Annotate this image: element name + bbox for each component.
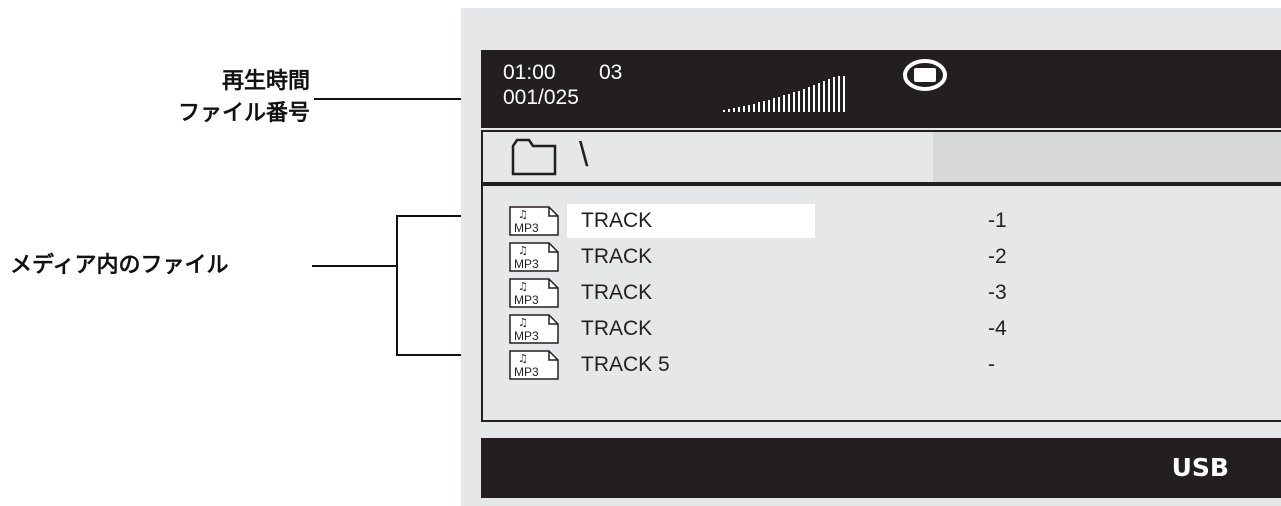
file-counter: 001/025 [503, 86, 579, 109]
file-name: TRACK [581, 245, 653, 268]
file-number: -2 [988, 245, 1007, 268]
list-item[interactable]: ♫ MP3 TRACK -1 [483, 204, 1281, 238]
folder-icon [511, 138, 557, 176]
mp3-file-icon: ♫ MP3 [509, 242, 559, 272]
file-name: TRACK 5 [581, 353, 670, 376]
current-path: \ [579, 136, 589, 174]
source-label: USB [1171, 453, 1229, 482]
svg-text:♫: ♫ [518, 280, 528, 293]
list-item[interactable]: ♫ MP3 TRACK -3 [483, 276, 1281, 310]
media-files-callout-label: メディア内のファイル [10, 253, 229, 278]
svg-text:♫: ♫ [518, 208, 528, 221]
mp3-file-icon: ♫ MP3 [509, 314, 559, 344]
file-number: - [988, 353, 995, 376]
svg-text:♫: ♫ [518, 352, 528, 365]
mp3-file-icon: ♫ MP3 [509, 206, 559, 236]
path-bar-empty-area [933, 132, 1281, 182]
svg-text:MP3: MP3 [514, 365, 539, 379]
media-callout-bracket [396, 215, 398, 356]
list-item[interactable]: ♫ MP3 TRACK 5 - [483, 348, 1281, 382]
volume-bars-icon [723, 76, 845, 112]
media-callout-line [312, 265, 398, 267]
svg-text:MP3: MP3 [514, 257, 539, 271]
media-files-callout: メディア内のファイル [10, 252, 290, 280]
status-callout-line [314, 98, 485, 100]
file-number-callout: ファイル番号 [100, 100, 310, 128]
file-number: -1 [988, 209, 1007, 232]
disc-mode-icon [903, 59, 947, 91]
file-number: -3 [988, 281, 1007, 304]
elapsed-time-callout-label: 再生時間 [221, 69, 310, 94]
svg-text:♫: ♫ [518, 316, 528, 329]
track-number: 03 [599, 61, 623, 84]
elapsed-time-callout: 再生時間 [160, 68, 310, 96]
player-screen: 01:00 03 001/025 \ ♫ MP3 TRACK -1 ♫ MP3 … [461, 8, 1281, 506]
list-item[interactable]: ♫ MP3 TRACK -4 [483, 312, 1281, 346]
file-name: TRACK [581, 317, 653, 340]
status-bar: 01:00 03 001/025 [481, 50, 1281, 128]
mp3-file-icon: ♫ MP3 [509, 350, 559, 380]
svg-text:MP3: MP3 [514, 221, 539, 235]
file-number-callout-label: ファイル番号 [177, 101, 310, 126]
file-number: -4 [988, 317, 1007, 340]
mp3-file-icon: ♫ MP3 [509, 278, 559, 308]
svg-text:MP3: MP3 [514, 329, 539, 343]
elapsed-time: 01:00 [503, 61, 556, 84]
list-item[interactable]: ♫ MP3 TRACK -2 [483, 240, 1281, 274]
svg-text:♫: ♫ [518, 244, 528, 257]
file-list: ♫ MP3 TRACK -1 ♫ MP3 TRACK -2 ♫ MP3 TRAC… [481, 184, 1281, 422]
file-name: TRACK [581, 281, 653, 304]
path-bar: \ [481, 130, 1281, 184]
source-bar: USB [481, 438, 1281, 498]
file-name: TRACK [581, 209, 653, 232]
svg-text:MP3: MP3 [514, 293, 539, 307]
